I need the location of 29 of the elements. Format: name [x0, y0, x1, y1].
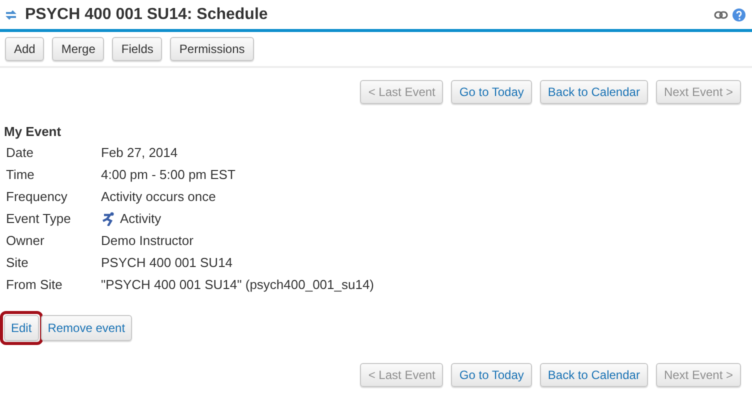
field-value: Activity — [120, 211, 162, 227]
field-label: Time — [6, 167, 36, 183]
toolbar-button[interactable]: Fields — [112, 37, 162, 61]
field-label: Frequency — [6, 189, 68, 205]
nav-button[interactable]: Go to Today — [451, 363, 532, 387]
field-label: Date — [6, 145, 34, 161]
action-button[interactable]: Remove event — [40, 315, 132, 341]
help-icon[interactable] — [732, 8, 746, 22]
field-label: Event Type — [6, 211, 72, 227]
field-value: Demo Instructor — [101, 233, 194, 249]
event-heading: My Event — [4, 124, 62, 139]
toolbar-button[interactable]: Permissions — [170, 37, 254, 61]
field-value: PSYCH 400 001 SU14 — [101, 255, 234, 271]
field-value: "PSYCH 400 001 SU14" (psych400_001_su14) — [101, 277, 376, 293]
field-value: 4:00 pm - 5:00 pm EST — [101, 167, 236, 183]
field-label: From Site — [6, 277, 64, 293]
nav-button[interactable]: Back to Calendar — [540, 80, 648, 104]
refresh-icon[interactable] — [5, 8, 17, 20]
field-label: Site — [6, 255, 30, 271]
link-icon[interactable] — [714, 10, 728, 18]
nav-button[interactable]: Go to Today — [451, 80, 532, 104]
field-label: Owner — [6, 233, 46, 249]
nav-button[interactable]: Back to Calendar — [540, 363, 648, 387]
toolbar-button[interactable]: Merge — [52, 37, 104, 61]
field-value: Activity occurs once — [101, 189, 217, 205]
toolbar-button[interactable]: Add — [5, 37, 44, 61]
runner-icon — [101, 212, 116, 226]
page-title: PSYCH 400 001 SU14: Schedule — [25, 6, 269, 24]
field-value: Feb 27, 2014 — [101, 145, 179, 161]
